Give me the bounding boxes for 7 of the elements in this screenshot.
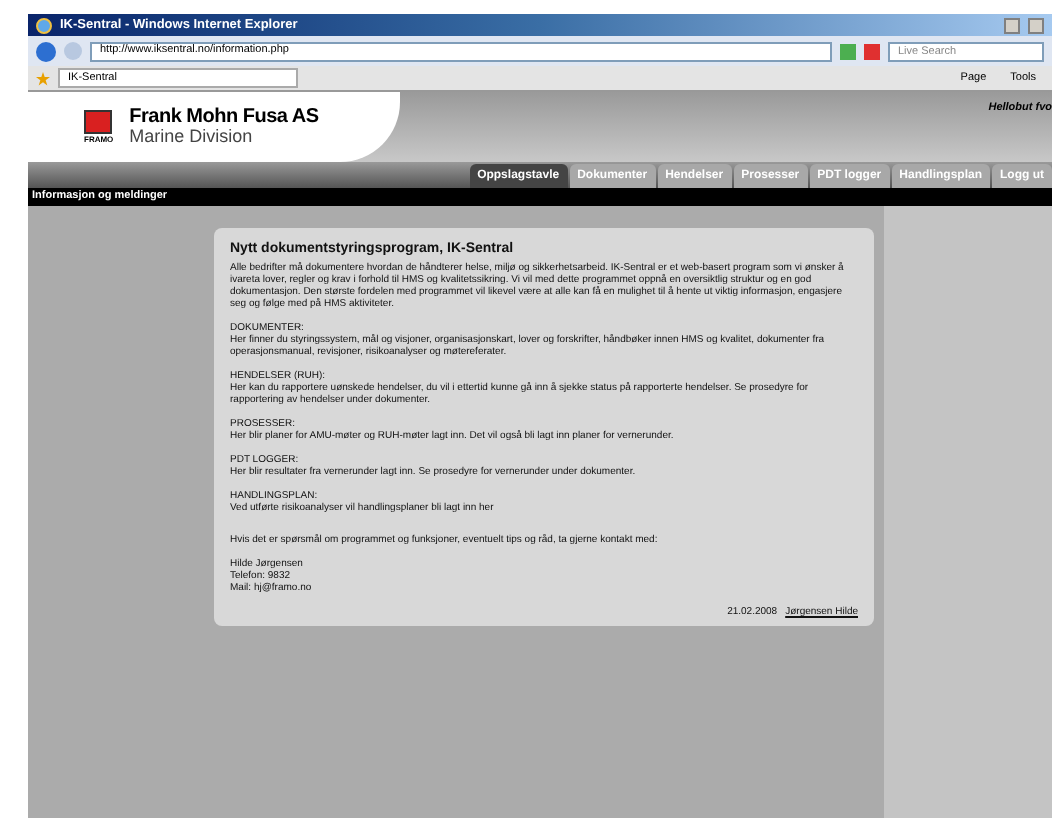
division-name: Marine Division: [129, 128, 255, 146]
ie-icon: [36, 17, 52, 33]
company-name: Frank Mohn Fusa AS: [129, 108, 319, 128]
favorites-star-icon[interactable]: [36, 71, 50, 85]
back-button[interactable]: [36, 41, 56, 61]
forward-button[interactable]: [64, 42, 82, 60]
refresh-button[interactable]: [840, 43, 856, 59]
